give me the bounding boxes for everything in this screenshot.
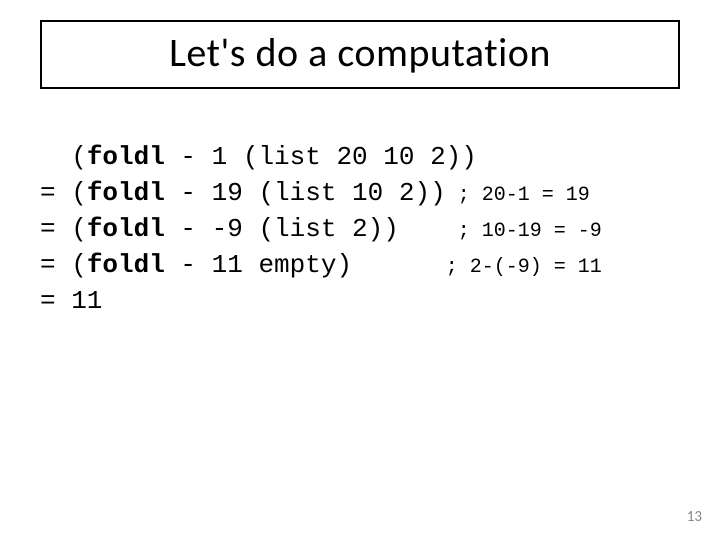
code-block: (foldl - 1 (list 20 10 2)) = (foldl - 19… [40,140,602,319]
code-line: = (foldl - 19 (list 10 2)) ; 20-1 = 19 [40,178,590,208]
code-line: (foldl - 1 (list 20 10 2)) [40,142,477,172]
page-number: 13 [687,508,702,526]
code-line: = 11 [40,286,102,316]
code-line: = (foldl - 11 empty) ; 2-(-9) = 11 [40,250,602,280]
slide-title: Let's do a computation [52,28,668,77]
title-box: Let's do a computation [40,20,680,89]
code-line: = (foldl - -9 (list 2)) ; 10-19 = -9 [40,214,602,244]
